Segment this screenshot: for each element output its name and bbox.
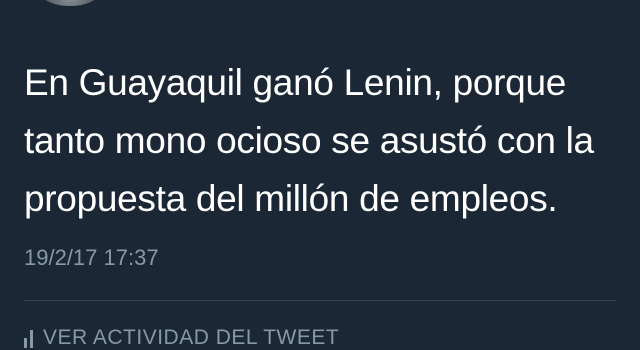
bar-chart-icon	[24, 328, 33, 348]
tweet-text-line: propuesta del millón de empleos.	[24, 178, 558, 219]
divider	[24, 300, 616, 301]
view-tweet-activity-link[interactable]: VER ACTIVIDAD DEL TWEET	[24, 326, 339, 350]
tweet-text-line: tanto mono ocioso se asustó con la	[24, 120, 594, 161]
tweet-text: En Guayaquil ganó Lenin, porque tanto mo…	[24, 54, 624, 228]
tweet-timestamp[interactable]: 19/2/17 17:37	[24, 245, 159, 271]
tweet-text-line: En Guayaquil ganó Lenin, porque	[24, 62, 567, 103]
view-tweet-activity-label: VER ACTIVIDAD DEL TWEET	[43, 326, 340, 349]
avatar[interactable]	[22, 0, 118, 6]
